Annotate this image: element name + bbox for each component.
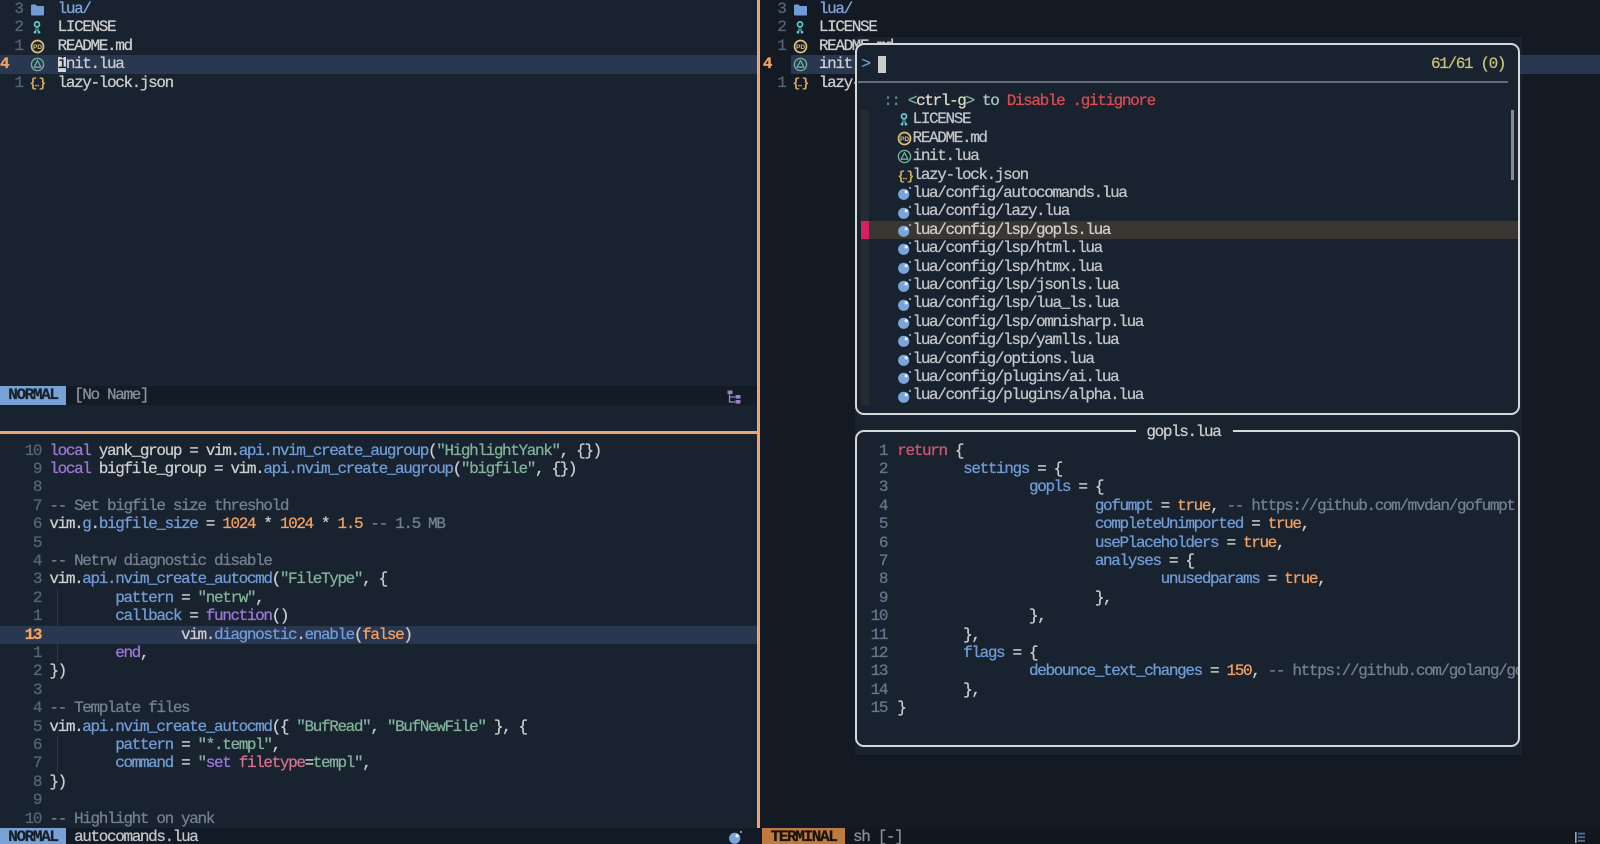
svg-text:PD: PD	[32, 44, 41, 51]
svg-text:{: {	[792, 76, 800, 90]
svg-text:}: }	[801, 76, 808, 90]
svg-text:{: {	[29, 76, 37, 90]
svg-text:}: }	[38, 76, 45, 90]
svg-text:PD: PD	[795, 44, 804, 51]
